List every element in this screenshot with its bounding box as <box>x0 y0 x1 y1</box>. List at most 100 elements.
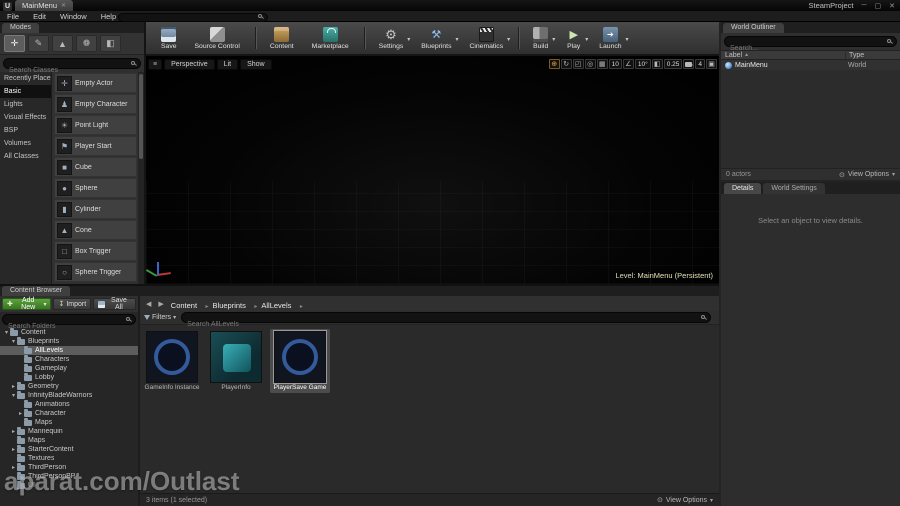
angle-snap-value[interactable]: 10° <box>634 59 651 69</box>
breadcrumb-item[interactable]: Content <box>169 301 199 310</box>
folder-row[interactable]: Textures <box>0 454 138 463</box>
placement-category[interactable]: All Classes <box>0 150 51 163</box>
scale-snap-value[interactable]: 0.25 <box>663 59 683 69</box>
folder-row[interactable]: Maps <box>0 418 138 427</box>
world-space-icon[interactable]: ◎ <box>584 59 596 69</box>
viewport-mode-button[interactable]: Show <box>240 58 272 70</box>
toolbar-button[interactable]: Launch <box>590 22 630 54</box>
view-options-button[interactable]: ⊙ View Options <box>839 171 895 179</box>
dropdown-caret-icon[interactable] <box>626 28 629 46</box>
viewport[interactable]: ≡ Perspective Lit Show ⊕ ↻ ◰ ◎ ▦ 10 ∠ 10° … <box>146 56 719 284</box>
camera-speed-value[interactable]: 4 <box>695 59 705 69</box>
placeable-item[interactable]: Sphere Trigger <box>54 262 137 282</box>
folder-row[interactable]: Mannequin <box>0 427 138 436</box>
placement-category[interactable]: Basic <box>0 85 51 98</box>
viewport-mode-button[interactable]: Perspective <box>164 58 215 70</box>
toolbar-button[interactable]: Source Control <box>186 22 249 54</box>
expander-icon[interactable] <box>10 383 17 390</box>
expander-icon[interactable] <box>10 446 17 453</box>
minimize-button[interactable]: ─ <box>862 2 867 9</box>
expander-icon[interactable] <box>10 392 17 399</box>
placeable-item[interactable]: Empty Character <box>54 94 137 114</box>
breadcrumb-item[interactable]: AllLevels <box>259 301 293 310</box>
scale-snap-icon[interactable]: ◧ <box>651 59 663 69</box>
back-button[interactable]: ◀ <box>144 300 153 308</box>
toolbar-button[interactable]: Marketplace <box>303 22 358 54</box>
outliner-row[interactable]: MainMenu World <box>721 60 900 70</box>
folder-row[interactable]: Maps <box>0 436 138 445</box>
window-tab-mainmenu[interactable]: MainMenu ✕ <box>15 0 74 11</box>
grid-snap-value[interactable]: 10 <box>608 59 622 69</box>
placeable-item[interactable]: Empty Actor <box>54 73 137 93</box>
modes-scrollbar[interactable] <box>138 72 144 284</box>
viewport-mode-button[interactable]: Lit <box>216 58 239 70</box>
angle-snap-icon[interactable]: ∠ <box>622 59 634 69</box>
asset-tile[interactable]: PlayerInfo <box>206 329 266 393</box>
toolbar-button[interactable]: Build <box>518 22 557 54</box>
breadcrumb-item[interactable]: Blueprints <box>211 301 248 310</box>
view-options-button[interactable]: ⊙ View Options <box>657 496 713 505</box>
close-button[interactable]: ✕ <box>889 2 895 10</box>
grid-snap-icon[interactable]: ▦ <box>596 59 608 69</box>
menu-item[interactable]: Edit <box>26 12 53 21</box>
details-tab[interactable]: Details <box>724 183 762 194</box>
add-new-button[interactable]: ✚ Add New <box>2 297 52 311</box>
mode-tool-button[interactable] <box>52 35 73 52</box>
scale-tool-icon[interactable]: ◰ <box>572 59 584 69</box>
toolbar-button[interactable]: Save <box>152 22 186 54</box>
folder-row[interactable]: Gameplay <box>0 364 138 373</box>
folder-row[interactable]: Blueprints <box>0 337 138 346</box>
placement-category[interactable]: Lights <box>0 98 51 111</box>
folder-row[interactable]: Characters <box>0 355 138 364</box>
filters-button[interactable]: Filters <box>144 314 176 321</box>
placeable-item[interactable]: Box Trigger <box>54 241 137 261</box>
expander-icon[interactable] <box>10 428 17 435</box>
toolbar-button[interactable]: Cinematics <box>460 22 512 54</box>
search-folders-input[interactable] <box>3 322 135 331</box>
mode-tool-button[interactable] <box>28 35 49 52</box>
placeable-item[interactable]: Player Start <box>54 136 137 156</box>
expander-icon[interactable] <box>10 338 17 345</box>
tab-close-icon[interactable]: ✕ <box>61 2 66 9</box>
menu-item[interactable]: File <box>0 12 26 21</box>
folder-row[interactable]: InfinityBladeWarriors <box>0 391 138 400</box>
placement-category[interactable]: Visual Effects <box>0 111 51 124</box>
scrollbar-thumb[interactable] <box>139 74 143 159</box>
folder-row[interactable]: Geometry <box>0 382 138 391</box>
mode-tool-button[interactable] <box>4 35 25 52</box>
menu-item[interactable]: Window <box>53 12 94 21</box>
maximize-button[interactable]: ▢ <box>875 2 882 10</box>
toolbar-button[interactable]: Play <box>557 22 590 54</box>
dropdown-caret-icon[interactable] <box>407 28 410 46</box>
placement-category[interactable]: Volumes <box>0 137 51 150</box>
folder-row[interactable]: AllLevels <box>0 346 138 355</box>
folder-row[interactable]: Character <box>0 409 138 418</box>
maximize-viewport-icon[interactable]: ▣ <box>706 59 717 69</box>
placement-category[interactable]: Recently Placed <box>0 72 51 85</box>
save-all-button[interactable]: Save All <box>93 297 136 311</box>
placeable-item[interactable]: Sphere <box>54 178 137 198</box>
viewport-options-icon[interactable]: ≡ <box>148 58 163 70</box>
folder-row[interactable]: Lobby <box>0 373 138 382</box>
asset-tile[interactable]: PlayerSave Game <box>270 329 330 394</box>
details-tab[interactable]: World Settings <box>763 183 825 194</box>
outliner-search-input[interactable] <box>725 44 896 53</box>
camera-speed-icon[interactable] <box>683 59 695 69</box>
placeable-item[interactable]: Cone <box>54 220 137 240</box>
placeable-item[interactable]: Cube <box>54 157 137 177</box>
placeable-item[interactable]: Cylinder <box>54 199 137 219</box>
rotate-tool-icon[interactable]: ↻ <box>560 59 572 69</box>
placeable-item[interactable]: Point Light <box>54 115 137 135</box>
dropdown-caret-icon[interactable] <box>552 28 555 46</box>
folder-row[interactable]: StarterContent <box>0 445 138 454</box>
toolbar-button[interactable]: Settings <box>363 22 413 54</box>
content-browser-tab[interactable]: Content Browser <box>2 286 71 296</box>
search-assets-input[interactable] <box>182 320 710 329</box>
import-button[interactable]: ↧ Import <box>53 298 92 310</box>
expander-icon[interactable] <box>17 410 24 417</box>
move-tool-icon[interactable]: ⊕ <box>548 59 560 69</box>
forward-button[interactable]: ▶ <box>156 300 165 308</box>
dropdown-caret-icon[interactable] <box>585 28 588 46</box>
placement-category[interactable]: BSP <box>0 124 51 137</box>
toolbar-button[interactable]: Content <box>254 22 303 54</box>
